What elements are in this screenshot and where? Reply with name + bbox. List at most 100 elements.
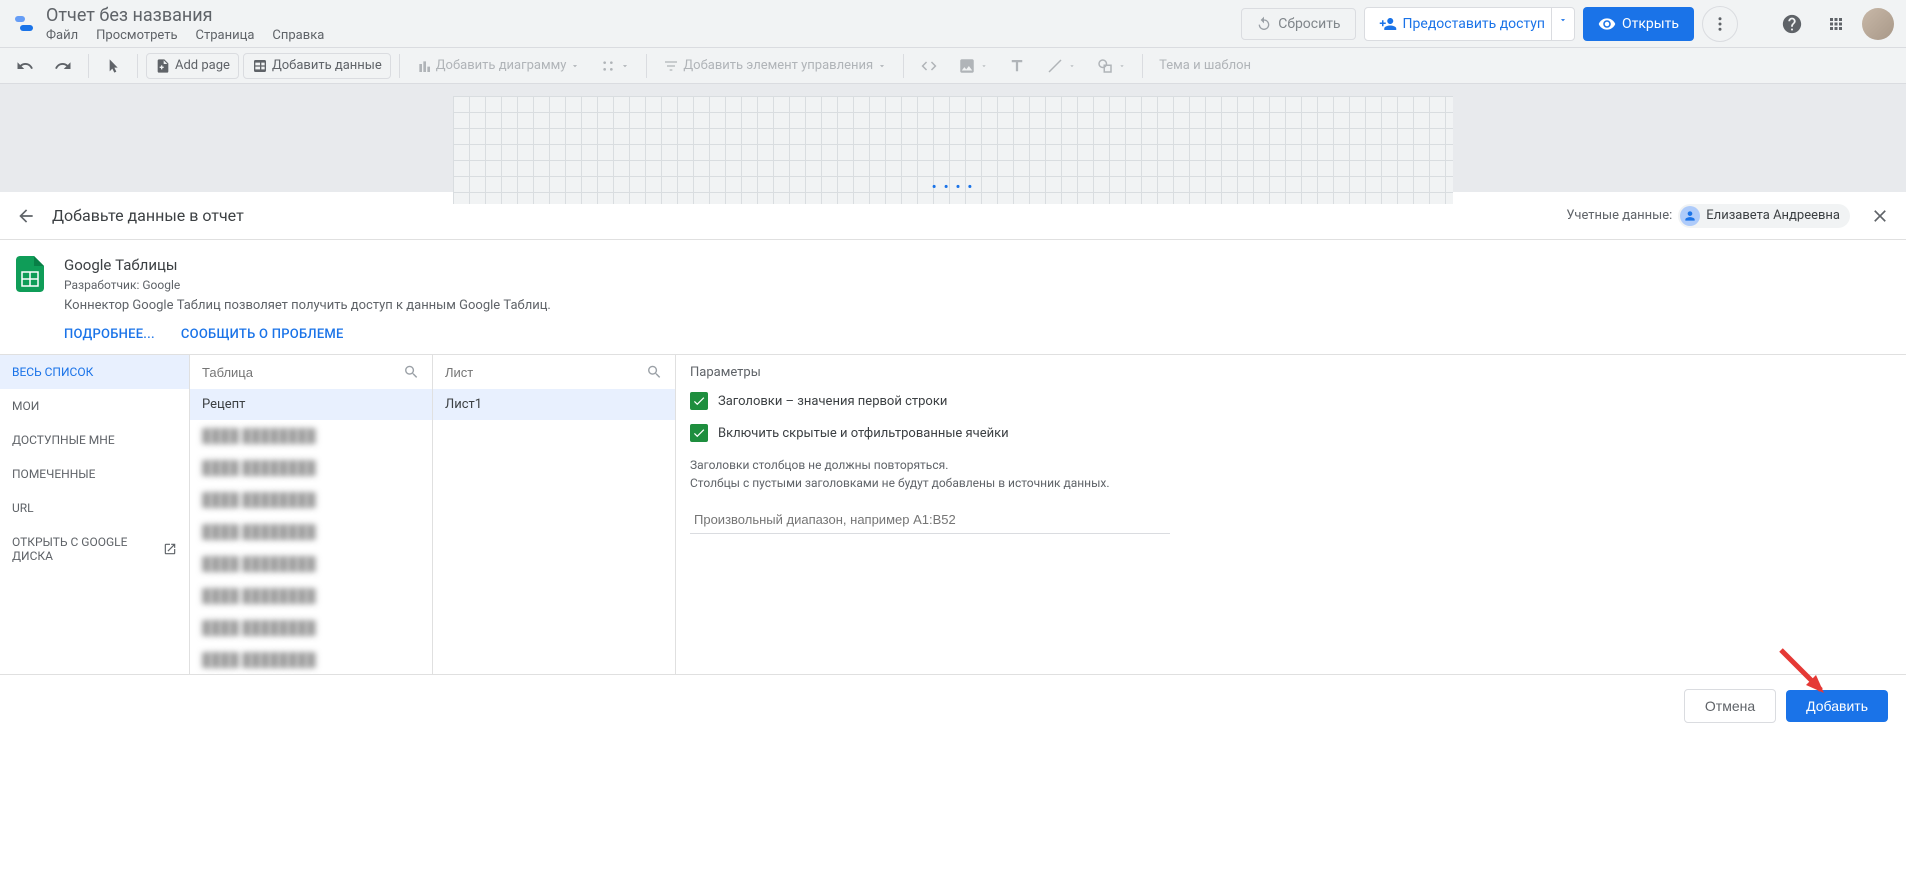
connector-developer: Разработчик: Google — [64, 278, 551, 292]
redo-arrow-icon — [54, 57, 72, 75]
data-selection-area: ВЕСЬ СПИСОКМОИДОСТУПНЫЕ МНЕПОМЕЧЕННЫЕURL… — [0, 354, 1906, 674]
checkbox-checked-icon — [690, 424, 708, 442]
source-nav-item-2[interactable]: ДОСТУПНЫЕ МНЕ — [0, 423, 189, 457]
chevron-down-icon — [1068, 62, 1076, 70]
worksheet-search-input[interactable] — [445, 365, 646, 380]
menu-page[interactable]: Страница — [196, 28, 255, 43]
menu-file[interactable]: Файл — [46, 28, 78, 43]
chevron-down-icon — [1118, 62, 1126, 70]
chevron-down-icon — [570, 61, 580, 71]
add-data-button[interactable]: Добавить данные — [243, 53, 391, 79]
panel-title: Добавьте данные в отчет — [52, 206, 1566, 225]
theme-label: Тема и шаблон — [1159, 58, 1251, 73]
params-header: Параметры — [690, 365, 1892, 380]
option-hidden-label: Включить скрытые и отфильтрованные ячейк… — [718, 426, 1009, 441]
spreadsheet-row[interactable]: Рецепт — [190, 389, 432, 420]
undo-button[interactable] — [8, 53, 42, 79]
worksheet-row[interactable]: Лист1 — [433, 389, 675, 420]
report-issue-link[interactable]: СООБЩИТЬ О ПРОБЛЕМЕ — [181, 327, 344, 342]
chevron-down-icon — [980, 62, 988, 70]
text-icon — [1008, 57, 1026, 75]
source-nav-item-1[interactable]: МОИ — [0, 389, 189, 423]
shape-button[interactable] — [1088, 53, 1134, 79]
image-icon — [958, 57, 976, 75]
add-control-button[interactable]: Добавить элемент управления — [655, 54, 895, 78]
cancel-button[interactable]: Отмена — [1684, 689, 1776, 723]
search-icon[interactable] — [646, 363, 663, 381]
share-dropdown[interactable] — [1551, 7, 1575, 41]
back-button[interactable] — [16, 206, 36, 226]
menu-help[interactable]: Справка — [272, 28, 324, 43]
spreadsheet-column: Рецепт████ ████████████ ████████████ ███… — [190, 355, 433, 674]
option-include-hidden[interactable]: Включить скрытые и отфильтрованные ячейк… — [690, 424, 1892, 442]
pointer-button[interactable] — [97, 54, 129, 78]
source-nav-item-5[interactable]: ОТКРЫТЬ С GOOGLE ДИСКА — [0, 525, 189, 573]
reset-button[interactable]: Сбросить — [1241, 8, 1355, 40]
theme-button[interactable]: Тема и шаблон — [1151, 54, 1259, 77]
doc-title[interactable]: Отчет без названия — [46, 5, 1241, 26]
menu-view[interactable]: Просмотреть — [96, 28, 177, 43]
help-icon — [1781, 13, 1803, 35]
embed-button[interactable] — [912, 53, 946, 79]
cursor-icon — [105, 58, 121, 74]
chevron-down-icon — [1558, 15, 1568, 25]
option-first-row-headers[interactable]: Заголовки – значения первой строки — [690, 392, 1892, 410]
apps-button[interactable] — [1818, 6, 1854, 42]
undo-arrow-icon — [16, 57, 34, 75]
spreadsheet-row[interactable]: ████ ████████ — [190, 452, 432, 484]
spreadsheet-row[interactable]: ████ ████████ — [190, 580, 432, 612]
source-nav-item-4[interactable]: URL — [0, 491, 189, 525]
panel-drag-handle[interactable]: • • • • — [932, 180, 974, 195]
search-icon[interactable] — [403, 363, 420, 381]
menu-bar: Файл Просмотреть Страница Справка — [46, 28, 1241, 43]
params-note: Заголовки столбцов не должны повторяться… — [690, 456, 1892, 492]
open-label: Открыть — [1622, 16, 1679, 32]
person-add-icon — [1379, 15, 1397, 33]
custom-range-input[interactable] — [690, 506, 1170, 534]
help-button[interactable] — [1774, 6, 1810, 42]
close-button[interactable] — [1870, 206, 1890, 226]
credentials-label: Учетные данные: — [1566, 208, 1672, 223]
more-options-button[interactable] — [1702, 6, 1738, 42]
external-link-icon — [163, 542, 177, 556]
add-chart-label: Добавить диаграмму — [436, 58, 567, 73]
redo-button[interactable] — [46, 53, 80, 79]
add-data-icon — [252, 58, 268, 74]
annotation-arrow-icon — [1776, 645, 1836, 705]
spreadsheet-row[interactable]: ████ ████████ — [190, 548, 432, 580]
worksheet-column: Лист1 — [433, 355, 676, 674]
checkbox-checked-icon — [690, 392, 708, 410]
spreadsheet-row[interactable]: ████ ████████ — [190, 484, 432, 516]
undo-icon — [1256, 16, 1272, 32]
arrow-left-icon — [16, 206, 36, 226]
image-button[interactable] — [950, 53, 996, 79]
app-header: Отчет без названия Файл Просмотреть Стра… — [0, 0, 1906, 48]
text-button[interactable] — [1000, 53, 1034, 79]
source-nav-column: ВЕСЬ СПИСОКМОИДОСТУПНЫЕ МНЕПОМЕЧЕННЫЕURL… — [0, 355, 190, 674]
shape-icon — [1096, 57, 1114, 75]
google-sheets-icon — [16, 256, 48, 342]
line-button[interactable] — [1038, 53, 1084, 79]
share-button[interactable]: Предоставить доступ — [1364, 7, 1560, 41]
learn-more-link[interactable]: ПОДРОБНЕЕ... — [64, 327, 155, 342]
add-page-button[interactable]: Add page — [146, 53, 239, 79]
option-first-row-label: Заголовки – значения первой строки — [718, 394, 947, 409]
spreadsheet-row[interactable]: ████ ████████ — [190, 420, 432, 452]
reset-label: Сбросить — [1278, 16, 1340, 32]
spreadsheet-search-input[interactable] — [202, 365, 403, 380]
community-button[interactable] — [592, 54, 638, 78]
spreadsheet-row[interactable]: ████ ████████ — [190, 516, 432, 548]
open-button[interactable]: Открыть — [1583, 7, 1694, 41]
source-nav-item-0[interactable]: ВЕСЬ СПИСОК — [0, 355, 189, 389]
params-column: Параметры Заголовки – значения первой ст… — [676, 355, 1906, 674]
add-control-label: Добавить элемент управления — [683, 58, 873, 73]
apps-icon — [1827, 15, 1845, 33]
user-avatar[interactable] — [1862, 8, 1894, 40]
user-mini-avatar-icon — [1680, 206, 1700, 226]
credentials-user: Елизавета Андреевна — [1706, 208, 1840, 223]
spreadsheet-row[interactable]: ████ ████████ — [190, 612, 432, 644]
add-chart-button[interactable]: Добавить диаграмму — [408, 54, 589, 78]
credentials-chip[interactable]: Елизавета Андреевна — [1678, 204, 1850, 228]
source-nav-item-3[interactable]: ПОМЕЧЕННЫЕ — [0, 457, 189, 491]
spreadsheet-row[interactable]: ████ ████████ — [190, 644, 432, 674]
